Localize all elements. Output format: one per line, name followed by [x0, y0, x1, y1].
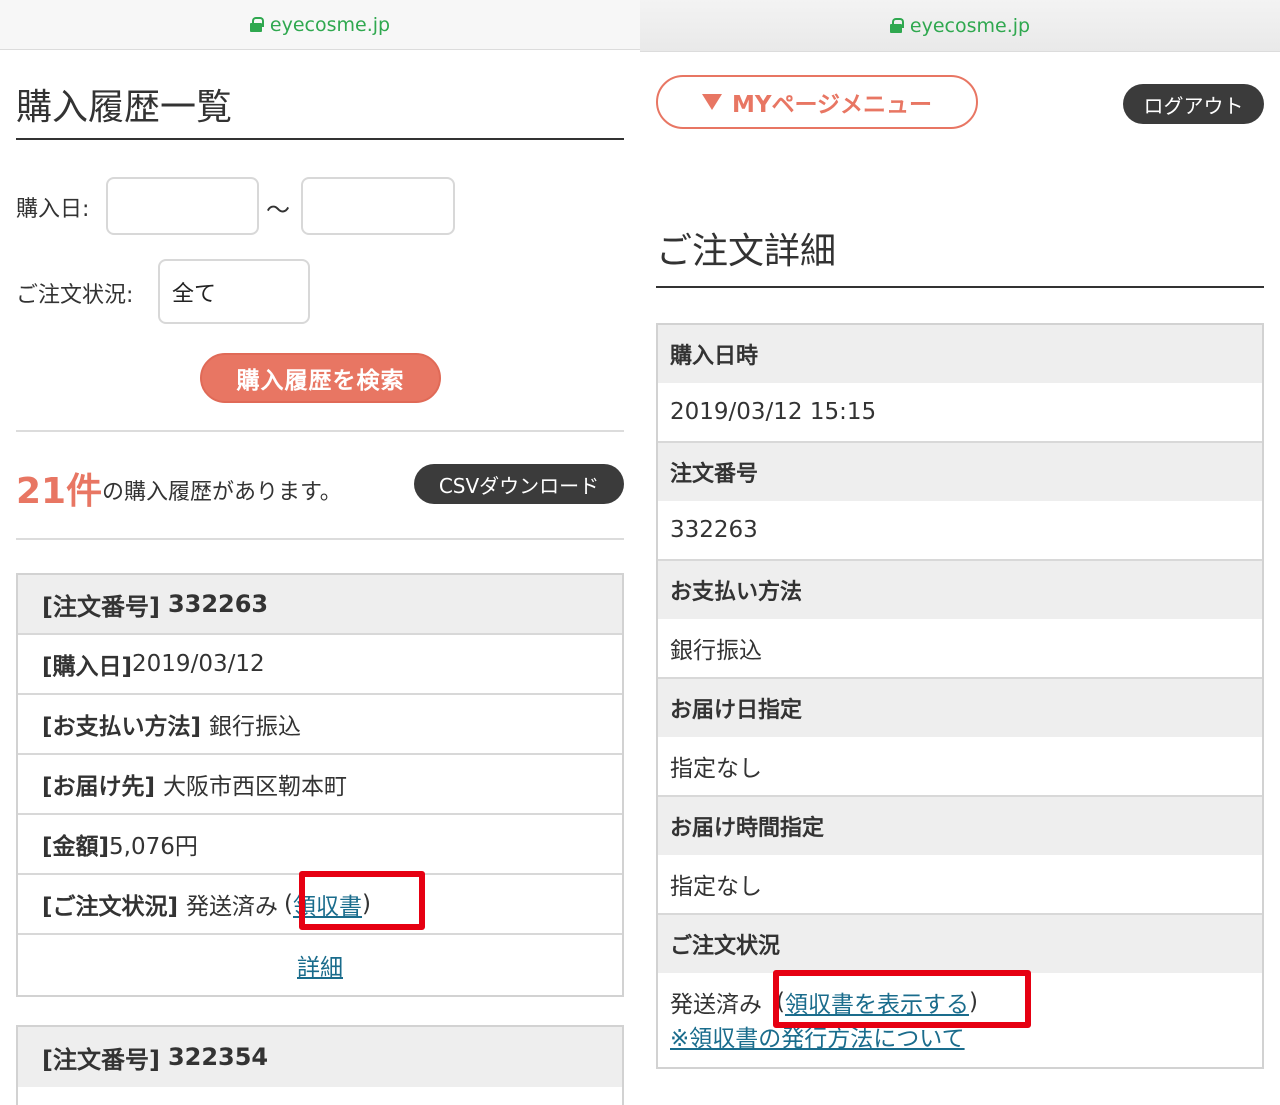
- amount-row: [金額] 5,076円: [18, 815, 622, 875]
- purchase-date-value: 2019/03/12: [132, 651, 265, 677]
- result-count-text: の購入履歴があります。: [102, 480, 342, 505]
- logout-button[interactable]: ログアウト: [1123, 84, 1264, 124]
- result-count: 21件: [16, 471, 103, 512]
- order-history-screen: eyecosme.jp 購入履歴一覧 購入日: 〜 ご注文状況: 全て 購入履歴…: [0, 0, 640, 1105]
- order-number-label: [注文番号]: [42, 592, 160, 621]
- detail-link[interactable]: 詳細: [297, 948, 343, 982]
- order-status-label: ご注文状況:: [16, 283, 134, 308]
- order-status-value: 全て: [172, 281, 217, 307]
- order-number-row: [注文番号] 322354: [18, 1027, 622, 1087]
- page-title: ご注文詳細: [656, 231, 837, 272]
- order-number-label: 注文番号: [658, 443, 1262, 501]
- triangle-down-icon: [701, 94, 722, 110]
- order-status-select[interactable]: 全て: [158, 259, 310, 324]
- receipt-highlight-box: [299, 871, 425, 930]
- delivery-date-label: お届け日指定: [658, 679, 1262, 737]
- amount-label: [金額]: [42, 834, 110, 860]
- title-divider: [16, 138, 624, 140]
- csv-download-button[interactable]: CSVダウンロード: [414, 464, 624, 504]
- divider: [16, 430, 624, 432]
- payment-label: お支払い方法: [658, 561, 1262, 619]
- address-bar[interactable]: eyecosme.jp: [0, 0, 640, 50]
- purchase-date-label: 購入日:: [16, 197, 90, 222]
- url-text: eyecosme.jp: [909, 14, 1031, 37]
- purchase-date-to-input[interactable]: [301, 177, 455, 235]
- lock-icon: [889, 18, 904, 33]
- amount-value: 5,076円: [109, 834, 198, 860]
- purchase-date-from-input[interactable]: [106, 177, 259, 235]
- detail-row: 詳細: [18, 935, 622, 995]
- payment-value: 銀行振込: [658, 619, 1262, 679]
- purchase-datetime-label: 購入日時: [658, 325, 1262, 383]
- payment-label: [お支払い方法]: [42, 714, 202, 740]
- order-number: 322354: [167, 1043, 269, 1071]
- order-number-value: 332263: [658, 501, 1262, 561]
- date-range-separator: 〜: [266, 196, 290, 224]
- status-value: 発送済み: [186, 894, 279, 920]
- order-number-label: [注文番号]: [42, 1045, 160, 1074]
- receipt-highlight-box: [773, 970, 1031, 1028]
- delivery-value: 大阪市西区靭本町: [163, 774, 348, 800]
- payment-value: 銀行振込: [209, 714, 302, 740]
- delivery-time-label: お届け時間指定: [658, 797, 1262, 855]
- order-status-value: 発送済み: [670, 992, 762, 1018]
- paren-open: (: [284, 891, 294, 917]
- purchase-date-field-label: [購入日]: [42, 654, 133, 680]
- purchase-datetime-value: 2019/03/12 15:15: [658, 383, 1262, 443]
- mypage-menu-button[interactable]: MYページメニュー: [656, 75, 978, 129]
- purchase-date-row: [購入日] 2019/03/12: [18, 635, 622, 695]
- delivery-time-value: 指定なし: [658, 855, 1262, 915]
- status-label: [ご注文状況]: [42, 894, 179, 920]
- payment-row: [お支払い方法] 銀行振込: [18, 695, 622, 755]
- url-text: eyecosme.jp: [269, 13, 391, 36]
- search-history-button[interactable]: 購入履歴を検索: [200, 353, 441, 403]
- order-status-label: ご注文状況: [658, 915, 1262, 973]
- mypage-menu-label: MYページメニュー: [731, 92, 933, 118]
- address-bar[interactable]: eyecosme.jp: [640, 0, 1280, 52]
- delivery-date-value: 指定なし: [658, 737, 1262, 797]
- order-number-row: [注文番号] 332263: [18, 575, 622, 635]
- order-number: 332263: [167, 590, 269, 618]
- order-detail-screen: eyecosme.jp MYページメニュー ログアウト ご注文詳細 購入日時 2…: [640, 0, 1280, 1105]
- order-detail-table: 購入日時 2019/03/12 15:15 注文番号 332263 お支払い方法…: [656, 323, 1264, 1069]
- title-divider: [656, 286, 1264, 288]
- divider: [16, 538, 624, 540]
- order-card: [注文番号] 332263 [購入日] 2019/03/12 [お支払い方法] …: [16, 573, 624, 997]
- page-title: 購入履歴一覧: [16, 87, 233, 128]
- delivery-row: [お届け先] 大阪市西区靭本町: [18, 755, 622, 815]
- lock-icon: [249, 17, 264, 32]
- order-card: [注文番号] 322354: [16, 1025, 624, 1105]
- delivery-label: [お届け先]: [42, 774, 156, 800]
